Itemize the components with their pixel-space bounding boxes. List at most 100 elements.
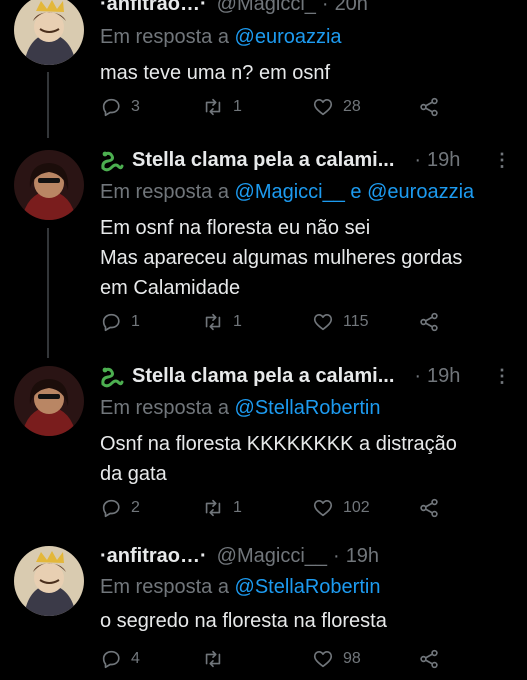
tweet-actions: 3 1 28 xyxy=(100,96,460,120)
retweet-icon xyxy=(202,96,224,118)
share-button[interactable] xyxy=(418,311,440,333)
mention-link[interactable]: @Magicci__ xyxy=(235,181,345,203)
tweet-header: Stella clama pela a calami... · 19h xyxy=(100,149,460,172)
separator-dot: · xyxy=(414,149,422,171)
heart-icon xyxy=(312,497,334,519)
reply-count: 1 xyxy=(131,313,140,330)
tweet-text: Osnf na floresta KKKKKKKK a distração da… xyxy=(100,429,510,489)
reply-icon xyxy=(100,648,122,670)
tweet-header: Stella clama pela a calami... · 19h xyxy=(100,365,460,388)
reply-count: 3 xyxy=(131,98,140,115)
timestamp[interactable]: 19h xyxy=(427,149,460,172)
tweet-text-line: em Calamidade xyxy=(100,277,241,299)
like-count: 28 xyxy=(343,98,361,115)
reply-button[interactable]: 3 xyxy=(100,96,140,118)
snake-icon xyxy=(100,366,124,388)
reply-count: 4 xyxy=(131,650,140,667)
reply-prefix: Em resposta a xyxy=(100,576,229,598)
more-icon[interactable]: ⋮ xyxy=(493,150,511,171)
timestamp[interactable]: 19h xyxy=(346,545,379,568)
tweet-text: o segredo na floresta na floresta xyxy=(100,606,510,636)
avatar[interactable] xyxy=(14,150,84,220)
share-button[interactable] xyxy=(418,497,440,519)
more-icon[interactable]: ⋮ xyxy=(493,366,511,387)
tweet-text-line: Mas apareceu algumas mulheres gordas xyxy=(100,247,463,269)
heart-icon xyxy=(312,648,334,670)
avatar[interactable] xyxy=(14,546,84,616)
tweet[interactable]: Stella clama pela a calami... · 19h ⋮ Em… xyxy=(0,140,527,356)
tweet-actions: 4 98 xyxy=(100,648,460,672)
heart-icon xyxy=(312,96,334,118)
retweet-icon xyxy=(202,648,224,670)
display-name[interactable]: ·anfitrao…· xyxy=(100,545,207,568)
heart-icon xyxy=(312,311,334,333)
tweet-text-line: Em osnf na floresta eu não sei xyxy=(100,217,371,239)
like-button[interactable]: 102 xyxy=(312,497,370,519)
mention-link[interactable]: @euroazzia xyxy=(367,181,474,203)
reply-context: Em resposta a @Magicci__ e @euroazzia xyxy=(100,181,474,204)
mention-link[interactable]: @StellaRobertin xyxy=(235,576,381,598)
timestamp[interactable]: 20h xyxy=(335,0,368,16)
tweet[interactable]: Stella clama pela a calami... · 19h ⋮ Em… xyxy=(0,356,527,536)
user-handle[interactable]: @Magicci__ xyxy=(217,545,327,568)
reply-icon xyxy=(100,497,122,519)
tweet-header: ·anfitrao…· @Magicci__ · 19h xyxy=(100,545,379,568)
tweet[interactable]: ·anfitrao…· @Magicci__ · 19h Em resposta… xyxy=(0,536,527,680)
reply-prefix: Em resposta a xyxy=(100,397,229,419)
tweet-text-line: mas teve uma n? em osnf xyxy=(100,62,331,84)
share-icon xyxy=(418,497,440,519)
tweet-actions: 1 1 115 xyxy=(100,311,460,335)
reply-icon xyxy=(100,96,122,118)
share-button[interactable] xyxy=(418,648,440,670)
tweet-text-line: Osnf na floresta KKKKKKKK a distração xyxy=(100,433,457,455)
like-count: 98 xyxy=(343,650,361,667)
retweet-button[interactable]: 1 xyxy=(202,497,242,519)
mention-link[interactable]: @StellaRobertin xyxy=(235,397,381,419)
reply-prefix: Em resposta a xyxy=(100,181,229,203)
retweet-count: 1 xyxy=(233,499,242,516)
tweet[interactable]: ·anfitrao…· @Magicci_ · 20h Em resposta … xyxy=(0,0,527,140)
user-handle[interactable]: @Magicci_ xyxy=(217,0,316,16)
mention-link[interactable]: @euroazzia xyxy=(235,26,342,48)
like-count: 115 xyxy=(343,313,369,330)
reply-prefix: Em resposta a xyxy=(100,26,229,48)
reply-context: Em resposta a @StellaRobertin xyxy=(100,576,380,599)
reply-button[interactable]: 1 xyxy=(100,311,140,333)
retweet-button[interactable]: 1 xyxy=(202,311,242,333)
retweet-button[interactable] xyxy=(202,648,233,670)
tweet-text: mas teve uma n? em osnf xyxy=(100,58,510,88)
like-button[interactable]: 28 xyxy=(312,96,361,118)
like-button[interactable]: 115 xyxy=(312,311,369,333)
like-count: 102 xyxy=(343,499,370,516)
share-button[interactable] xyxy=(418,96,440,118)
tweet-header: ·anfitrao…· @Magicci_ · 20h xyxy=(100,0,368,16)
tweet-text-line: o segredo na floresta na floresta xyxy=(100,610,387,632)
share-icon xyxy=(418,311,440,333)
reply-context: Em resposta a @euroazzia xyxy=(100,26,342,49)
tweet-actions: 2 1 102 xyxy=(100,497,460,521)
reply-icon xyxy=(100,311,122,333)
reply-button[interactable]: 4 xyxy=(100,648,140,670)
mention-joiner: e xyxy=(350,181,362,203)
display-name[interactable]: Stella clama pela a calami... xyxy=(132,365,394,388)
tweet-text: Em osnf na floresta eu não sei Mas apare… xyxy=(100,213,510,303)
retweet-count: 1 xyxy=(233,313,242,330)
like-button[interactable]: 98 xyxy=(312,648,361,670)
tweet-text-line: da gata xyxy=(100,463,167,485)
snake-icon xyxy=(100,150,124,172)
reply-button[interactable]: 2 xyxy=(100,497,140,519)
display-name[interactable]: Stella clama pela a calami... xyxy=(132,149,394,172)
share-icon xyxy=(418,648,440,670)
share-icon xyxy=(418,96,440,118)
separator-dot: · xyxy=(321,0,329,15)
retweet-icon xyxy=(202,311,224,333)
retweet-count: 1 xyxy=(233,98,242,115)
avatar[interactable] xyxy=(14,366,84,436)
timestamp[interactable]: 19h xyxy=(427,365,460,388)
display-name[interactable]: ·anfitrao…· xyxy=(100,0,207,16)
separator-dot: · xyxy=(414,365,422,387)
retweet-icon xyxy=(202,497,224,519)
retweet-button[interactable]: 1 xyxy=(202,96,242,118)
avatar[interactable] xyxy=(14,0,84,65)
reply-context: Em resposta a @StellaRobertin xyxy=(100,397,380,420)
